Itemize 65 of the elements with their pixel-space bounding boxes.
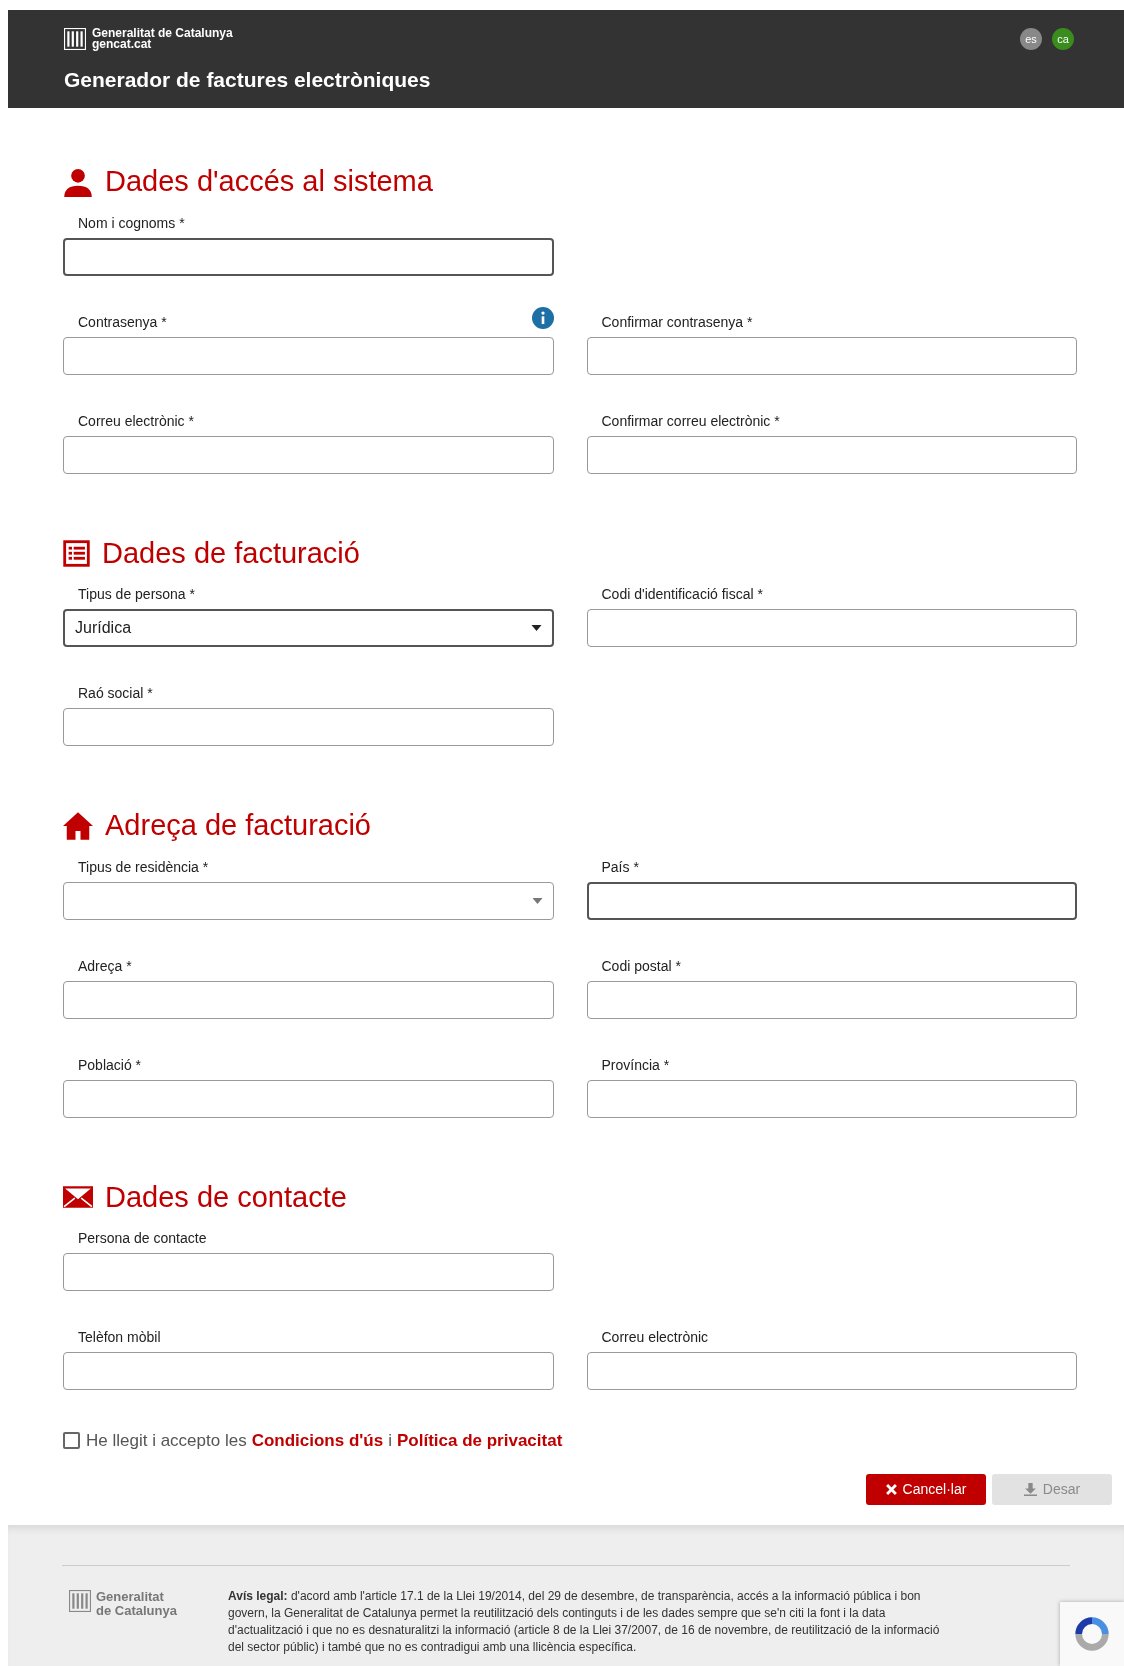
footer-logo-text: Generalitat (96, 1589, 165, 1604)
language-button[interactable]: es (1020, 28, 1042, 50)
field-label: Tipus de residència * (78, 857, 209, 877)
close-icon (885, 1483, 897, 1495)
section-heading: Adreça de facturació (105, 808, 371, 843)
coat-of-arms-icon (64, 28, 86, 50)
terms-link[interactable]: Condicions d'ús (251, 1428, 384, 1454)
input-field[interactable] (586, 336, 1077, 375)
field-label: Contrasenya * (78, 312, 167, 332)
section-heading: Dades de facturació (102, 535, 360, 571)
input-field[interactable] (586, 1079, 1077, 1118)
field-label: Confirmar contrasenya * (601, 312, 753, 332)
input-field[interactable] (63, 1352, 554, 1390)
input-field[interactable] (586, 980, 1077, 1019)
person-icon (63, 166, 93, 197)
language-button[interactable]: ca (1052, 28, 1074, 50)
field-label: Correu electrònic * (78, 411, 194, 431)
select-field[interactable] (63, 881, 554, 920)
input-field[interactable] (63, 336, 554, 375)
cancel-button[interactable]: Cancel·lar (866, 1473, 986, 1505)
recaptcha-icon (1072, 1614, 1112, 1654)
input-field[interactable] (586, 1352, 1077, 1390)
select-field[interactable]: Jurídica (63, 609, 554, 647)
field-label: Província * (601, 1055, 670, 1075)
input-field[interactable] (586, 609, 1077, 647)
caret-icon (530, 625, 542, 631)
coat-of-arms-icon (69, 1589, 91, 1612)
logo-text: Generalitat de Catalunya (92, 28, 233, 39)
legal-notice: Avís legal: d'acord amb l'article 17.1 de la Llei 19/2014, del 29 de desembre, de transparència, accés a la informació pública i bon govern, la Generalitat de Catalunya permet la reutilització dels continguts i de les dades sempre que se'n citi la font i la data d'actualització i que no es desnaturalitzi la informació (article 8 de la Llei 37/2007, de 16 de novembre, de reutilització de la informació del sector públic) i també que no es contradigui amb una llicència específica. (228, 1587, 941, 1656)
input-field[interactable] (586, 881, 1077, 920)
field-label: Codi d'identificació fiscal * (601, 585, 763, 604)
download-icon (1023, 1482, 1037, 1496)
field-label: Nom i cognoms * (78, 213, 185, 233)
field-label: Telèfon mòbil (78, 1328, 161, 1347)
field-label: Raó social * (78, 684, 153, 703)
house-icon (63, 810, 93, 841)
input-field[interactable] (586, 435, 1077, 474)
footer-logo-text: de Catalunya (96, 1603, 177, 1618)
logo-text: gencat.cat (92, 39, 153, 50)
field-label: Confirmar correu electrònic * (601, 411, 780, 431)
input-field[interactable] (63, 237, 554, 276)
recaptcha-badge[interactable] (1060, 1602, 1124, 1666)
input-field[interactable] (63, 1079, 554, 1118)
envelope-icon (63, 1186, 93, 1209)
field-label: Tipus de persona * (78, 585, 195, 604)
privacy-link[interactable]: Política de privacitat (396, 1428, 563, 1454)
section-heading: Dades de contacte (105, 1179, 347, 1215)
section-heading: Dades d'accés al sistema (105, 164, 433, 199)
field-label: Adreça * (78, 956, 132, 976)
field-label: Població * (78, 1055, 142, 1075)
input-field[interactable] (63, 1253, 554, 1291)
list-icon (63, 539, 90, 567)
input-field[interactable] (63, 435, 554, 474)
info-icon[interactable] (531, 306, 554, 329)
field-label: País * (601, 857, 639, 877)
field-label: Persona de contacte (78, 1229, 207, 1248)
field-label: Codi postal * (601, 956, 681, 976)
caret-icon (531, 897, 543, 904)
checkbox[interactable] (63, 1432, 80, 1450)
app-title: Generador de factures electròniques (64, 67, 432, 93)
consent-text: He llegit i accepto les (86, 1430, 247, 1452)
input-field[interactable] (63, 980, 554, 1019)
input-field[interactable] (63, 708, 554, 746)
conjunction-text: i (388, 1430, 392, 1452)
field-label: Correu electrònic (601, 1328, 709, 1347)
